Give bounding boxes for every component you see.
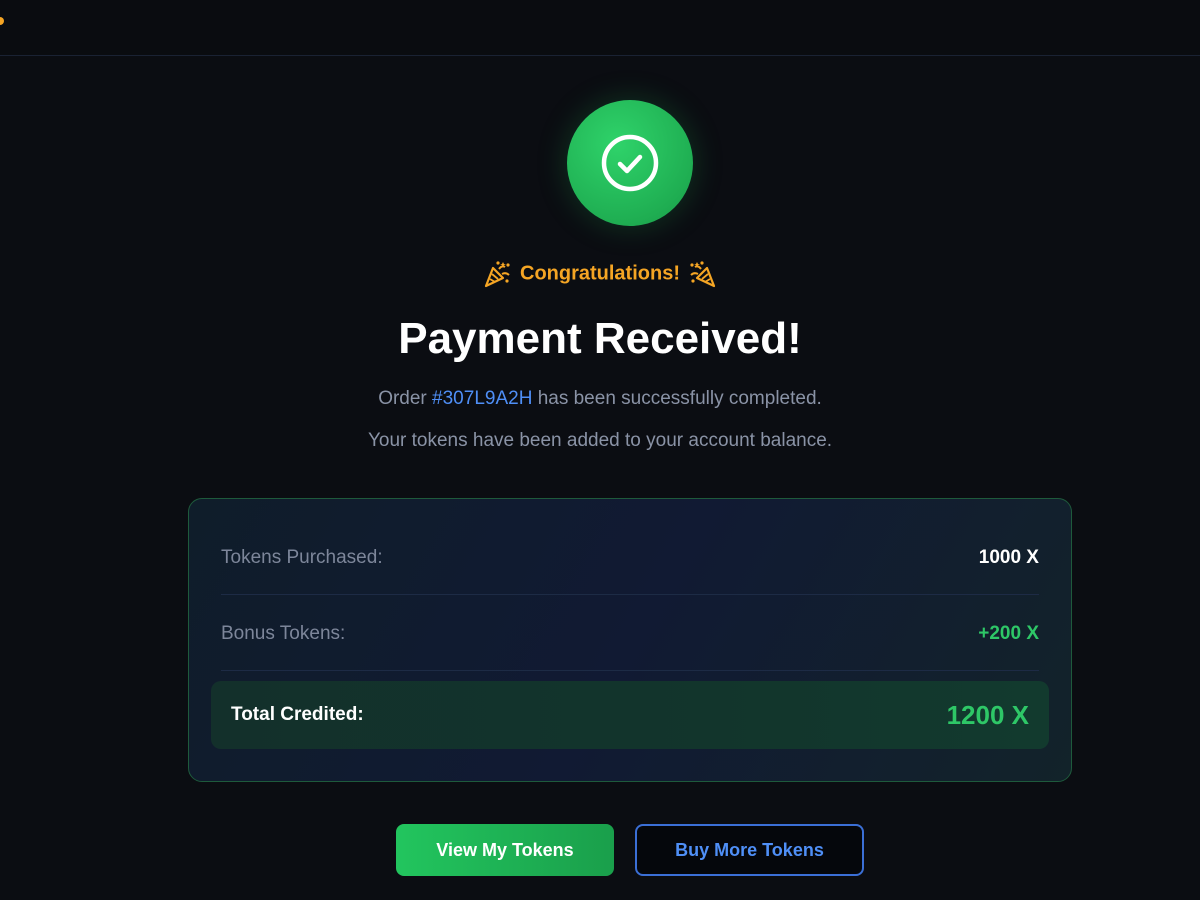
logo-edge-mark [0,17,4,25]
success-badge [567,100,693,226]
summary-row-value: +200 X [978,622,1039,644]
total-credited-label: Total Credited: [231,704,364,725]
total-credited-box: Total Credited: 1200 X [211,681,1049,749]
view-my-tokens-button[interactable]: View My Tokens [396,824,614,876]
page-title: Payment Received! [398,314,802,363]
summary-row-tokens-purchased: Tokens Purchased: 1000 X [221,521,1039,595]
summary-row-bonus-tokens: Bonus Tokens: +200 X [221,597,1039,671]
token-summary-card: Tokens Purchased: 1000 X Bonus Tokens: +… [188,498,1072,782]
summary-row-label: Tokens Purchased: [221,546,383,568]
order-suffix: has been successfully completed. [537,388,822,409]
total-credited-value: 1200 X [946,699,1029,730]
congratulations-banner: Congratulations! [0,256,1200,291]
order-confirmation-text: Order #307L9A2H has been successfully co… [0,386,1200,412]
order-prefix: Order [378,388,427,409]
payment-success-page: Congratulations! Payment Received! Order… [0,56,1200,900]
check-circle-icon [601,134,659,192]
buy-more-tokens-button[interactable]: Buy More Tokens [635,824,864,876]
balance-updated-text: Your tokens have been added to your acco… [367,430,833,451]
summary-row-label: Bonus Tokens: [221,622,346,644]
top-nav-bar [0,0,1200,56]
summary-row-value: 1000 X [978,546,1039,568]
party-popper-icon [688,259,718,289]
congratulations-text: Congratulations! [520,262,680,285]
order-id: #307L9A2H [432,388,533,409]
party-popper-icon [482,259,512,289]
